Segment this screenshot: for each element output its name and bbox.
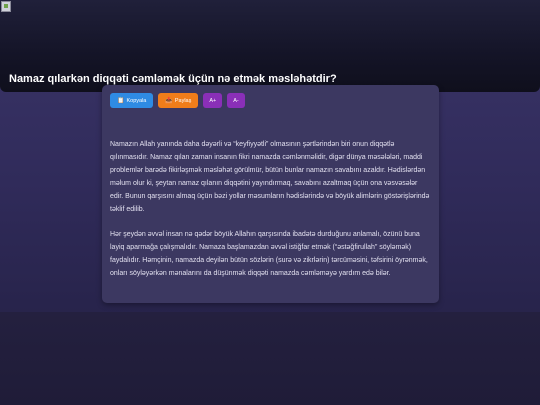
article-content: Namazın Allah yanında daha dəyərli və “k… xyxy=(110,139,432,294)
article-paragraph: Namazın Allah yanında daha dəyərli və “k… xyxy=(110,141,430,213)
article-paragraph: Hər şeydən əvvəl insan nə qədər böyük Al… xyxy=(110,231,428,278)
font-decrease-button[interactable]: A- xyxy=(227,93,245,108)
article-toolbar: 📋 Kopyala 📤 Paylaş A+ A- xyxy=(110,93,245,108)
clipboard-icon: 📋 xyxy=(117,97,125,104)
hero-banner: Namaz qılarkən diqqəti cəmləmək üçün nə … xyxy=(0,0,540,92)
share-button[interactable]: 📤 Paylaş xyxy=(158,93,199,108)
page-background-footer xyxy=(0,312,540,405)
article-card: 📋 Kopyala 📤 Paylaş A+ A- Namazın Allah y… xyxy=(102,85,439,303)
font-decrease-label: A- xyxy=(233,97,239,104)
share-icon: 📤 xyxy=(165,97,173,104)
page-title: Namaz qılarkən diqqəti cəmləmək üçün nə … xyxy=(9,73,337,85)
share-button-label: Paylaş xyxy=(174,97,192,104)
font-increase-button[interactable]: A+ xyxy=(203,93,223,108)
broken-image-icon xyxy=(1,1,11,12)
copy-button-label: Kopyala xyxy=(126,97,147,104)
copy-button[interactable]: 📋 Kopyala xyxy=(110,93,154,108)
font-increase-label: A+ xyxy=(209,97,217,104)
